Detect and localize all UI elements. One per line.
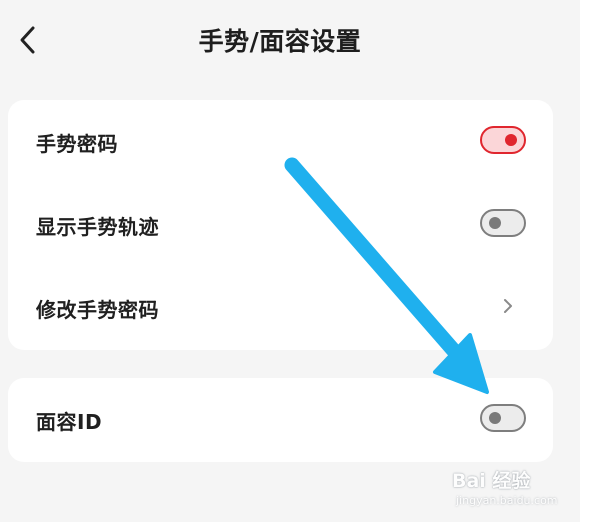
watermark-url: jingyan.baidu.com xyxy=(456,494,558,507)
page-title: 手势/面容设置 xyxy=(198,27,362,56)
header: 手势/面容设置 xyxy=(0,0,580,80)
toggle-knob xyxy=(489,412,501,424)
toggle-knob xyxy=(489,217,501,229)
watermark: Bai 经验 jingyan.baidu.com xyxy=(452,466,580,516)
row-gesture-password: 手势密码 xyxy=(8,100,553,184)
chevron-right-icon xyxy=(504,299,512,313)
face-settings-card: 面容ID xyxy=(8,378,553,462)
toggle-knob xyxy=(505,134,517,146)
settings-page: 手势/面容设置 手势密码 显示手势轨迹 修改手势密码 面容ID xyxy=(0,0,580,522)
watermark-logo: Bai 经验 xyxy=(452,470,531,492)
face-id-toggle[interactable] xyxy=(480,404,526,432)
face-id-label: 面容ID xyxy=(36,410,103,434)
right-edge-strip xyxy=(580,0,592,522)
show-gesture-trail-label: 显示手势轨迹 xyxy=(36,215,159,239)
row-change-gesture-password[interactable]: 修改手势密码 xyxy=(8,266,553,350)
gesture-password-label: 手势密码 xyxy=(36,132,118,156)
show-gesture-trail-toggle[interactable] xyxy=(480,209,526,237)
gesture-settings-card: 手势密码 显示手势轨迹 修改手势密码 xyxy=(8,100,553,350)
change-gesture-password-label: 修改手势密码 xyxy=(36,298,159,322)
gesture-password-toggle[interactable] xyxy=(480,126,526,154)
row-face-id: 面容ID xyxy=(8,378,553,462)
row-show-gesture-trail: 显示手势轨迹 xyxy=(8,183,553,267)
